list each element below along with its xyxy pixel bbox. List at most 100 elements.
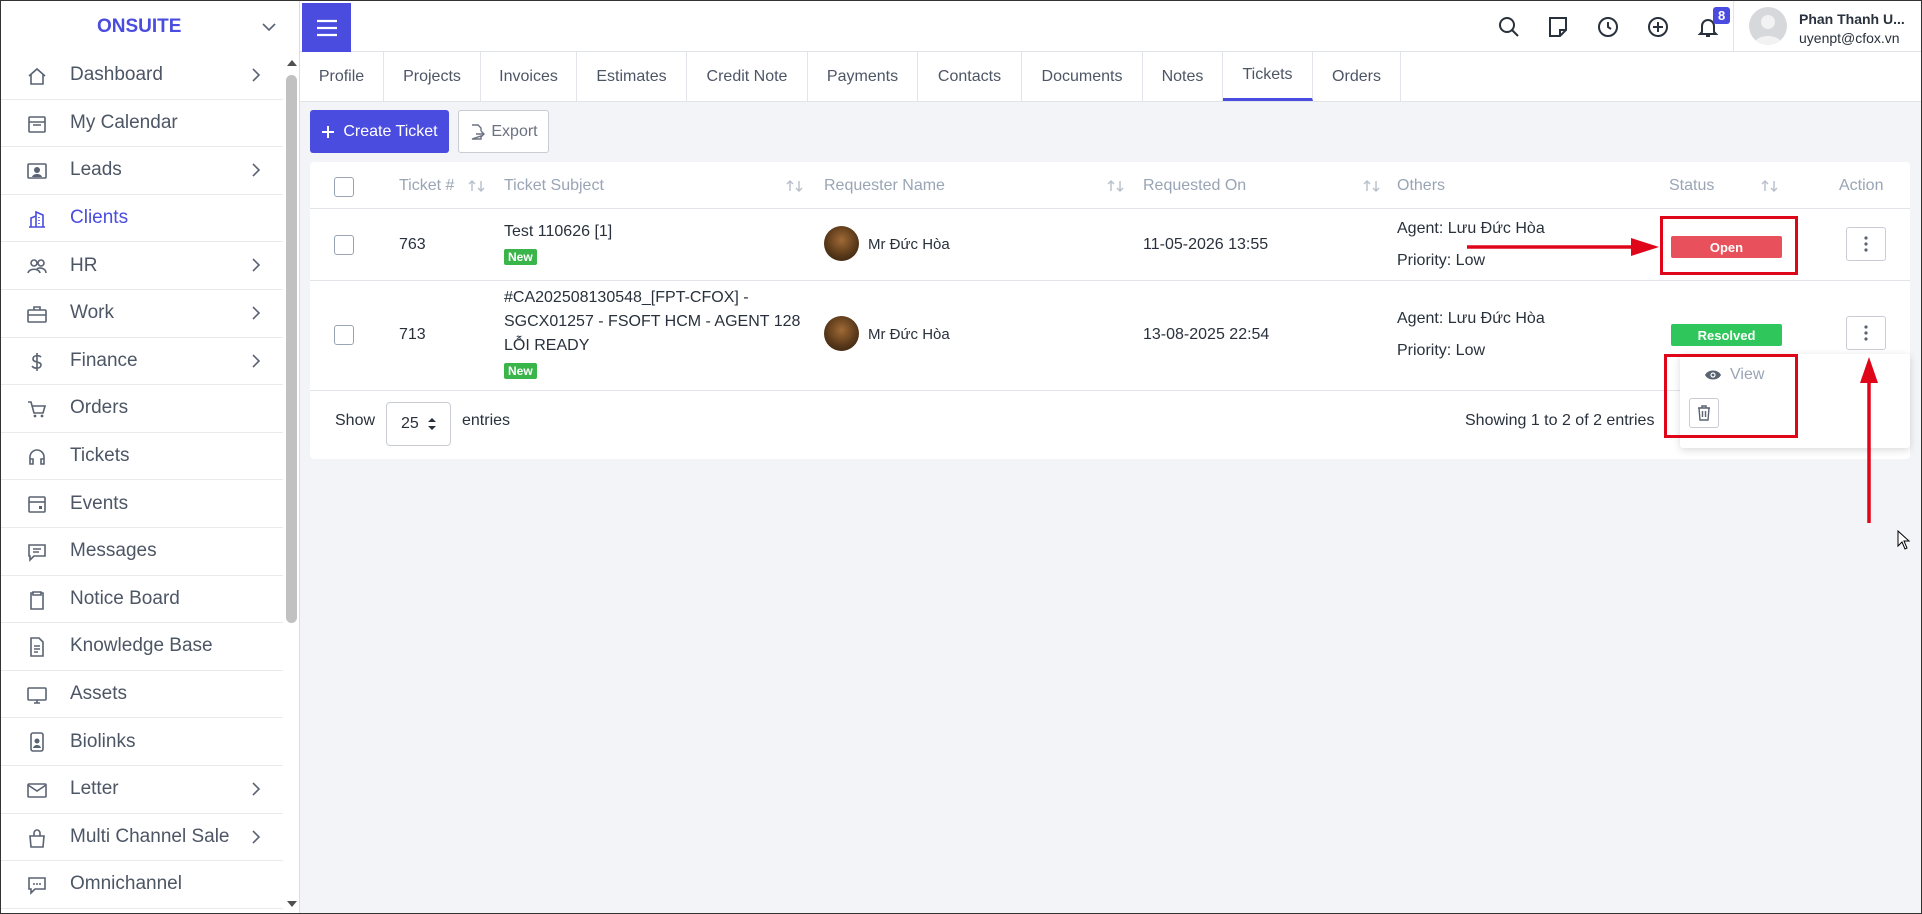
kebab-menu-icon (1864, 325, 1868, 341)
page-size-select[interactable]: 25 (386, 402, 451, 446)
topbar: 8 Phan Thanh U... uyenpt@cfox.vn (300, 0, 1922, 53)
ticket-subject[interactable]: Test 110626 [1] (504, 223, 612, 241)
sort-icon[interactable] (1363, 179, 1381, 193)
sidebar-scroll-thumb[interactable] (286, 75, 297, 623)
export-button[interactable]: Export (458, 110, 549, 153)
ticket-subject-line-3[interactable]: LỖI READY (504, 337, 589, 355)
sidebar-item-label: Work (70, 302, 114, 324)
scroll-down-arrow-icon[interactable] (286, 899, 298, 909)
sidebar-item-knowledge-base[interactable]: Knowledge Base (1, 623, 283, 671)
create-ticket-button[interactable]: Create Ticket (310, 110, 449, 153)
sidebar-item-biolinks[interactable]: Biolinks (1, 718, 283, 766)
sidebar-item-leads[interactable]: Leads (1, 147, 283, 195)
chevron-down-icon[interactable] (259, 17, 279, 37)
new-badge: New (504, 363, 537, 379)
row-checkbox[interactable] (334, 235, 354, 255)
menu-toggle-button[interactable] (302, 3, 351, 52)
add-circle-icon[interactable] (1646, 15, 1670, 39)
col-ticket-subject[interactable]: Ticket Subject (504, 177, 604, 195)
chevron-right-icon[interactable] (247, 304, 265, 322)
sidebar-item-orders[interactable]: Orders (1, 385, 283, 433)
chevron-right-icon[interactable] (247, 780, 265, 798)
row-action-button[interactable] (1846, 316, 1886, 350)
tab-invoices[interactable]: Invoices (481, 52, 577, 101)
sidebar-item-tickets[interactable]: Tickets (1, 433, 283, 481)
sidebar-item-my-calendar[interactable]: My Calendar (1, 100, 283, 148)
select-all-checkbox[interactable] (334, 177, 354, 197)
tab-tickets[interactable]: Tickets (1223, 52, 1313, 101)
sidebar-item-multi-channel-sale[interactable]: Multi Channel Sale (1, 814, 283, 862)
sticky-note-icon[interactable] (1546, 15, 1570, 39)
agent-text: Agent: Lưu Đức Hòa (1397, 310, 1545, 327)
sidebar-item-label: HR (70, 254, 98, 276)
user-email: uyenpt@cfox.vn (1799, 30, 1900, 46)
chat-icon (28, 877, 46, 896)
chevron-right-icon[interactable] (247, 256, 265, 274)
sidebar-item-letter[interactable]: Letter (1, 766, 283, 814)
dollar-icon (31, 352, 42, 371)
ticket-subject-line-1[interactable]: #CA202508130548_[FPT-CFOX] - (504, 289, 749, 307)
sort-icon[interactable] (468, 179, 486, 193)
requester-name[interactable]: Mr Đức Hòa (868, 236, 950, 253)
status-badge-resolved[interactable]: Resolved (1671, 324, 1782, 346)
sidebar-item-label: Omnichannel (70, 873, 182, 895)
sort-icon[interactable] (1761, 179, 1779, 193)
annotation-box-dropdown (1664, 354, 1798, 438)
show-label: Show (335, 412, 376, 429)
sidebar-item-finance[interactable]: Finance (1, 338, 283, 386)
tab-projects[interactable]: Projects (384, 52, 481, 101)
topbar-divider (1733, 1, 1734, 53)
sidebar-item-events[interactable]: Events (1, 480, 283, 528)
annotation-arrow-up-icon (1860, 357, 1878, 523)
col-requester-name[interactable]: Requester Name (824, 177, 945, 195)
kebab-menu-icon (1864, 236, 1868, 252)
sidebar-item-omnichannel[interactable]: Omnichannel (1, 861, 283, 909)
row-checkbox[interactable] (334, 325, 354, 345)
sidebar-item-hr[interactable]: HR (1, 242, 283, 290)
search-icon[interactable] (1497, 15, 1521, 39)
badge-icon (30, 732, 44, 753)
tab-notes[interactable]: Notes (1143, 52, 1223, 101)
tab-documents[interactable]: Documents (1022, 52, 1143, 101)
sidebar-item-clients[interactable]: Clients (1, 195, 283, 243)
select-arrows-icon (427, 418, 436, 430)
scroll-up-arrow-icon[interactable] (286, 58, 298, 68)
sidebar-item-messages[interactable]: Messages (1, 528, 283, 576)
chevron-right-icon[interactable] (247, 828, 265, 846)
user-avatar[interactable] (1749, 7, 1787, 45)
requester-name[interactable]: Mr Đức Hòa (868, 326, 950, 343)
tab-contacts[interactable]: Contacts (918, 52, 1022, 101)
sort-icon[interactable] (1107, 179, 1125, 193)
clock-icon[interactable] (1596, 15, 1620, 39)
chevron-right-icon[interactable] (247, 161, 265, 179)
sidebar-item-work[interactable]: Work (1, 290, 283, 338)
chevron-right-icon[interactable] (247, 352, 265, 370)
avatar-placeholder-icon (1754, 15, 1782, 45)
monitor-icon (27, 686, 47, 704)
sidebar-item-dashboard[interactable]: Dashboard (1, 52, 283, 100)
user-name[interactable]: Phan Thanh U... (1799, 11, 1905, 27)
tab-profile[interactable]: Profile (300, 52, 384, 101)
tab-estimates[interactable]: Estimates (577, 52, 687, 101)
col-status[interactable]: Status (1669, 177, 1714, 195)
sidebar-item-assets[interactable]: Assets (1, 671, 283, 719)
brand-bar[interactable]: ONSUITE (1, 1, 299, 52)
sidebar-item-label: Notice Board (70, 587, 180, 609)
tab-orders[interactable]: Orders (1313, 52, 1401, 101)
sidebar-item-label: Dashboard (70, 64, 163, 86)
people-icon (27, 259, 47, 274)
table-header: Ticket # Ticket Subject Requester Name R… (310, 162, 1910, 209)
col-ticket-number[interactable]: Ticket # (399, 177, 454, 195)
chevron-right-icon[interactable] (247, 66, 265, 84)
sort-icon[interactable] (786, 179, 804, 193)
tab-payments[interactable]: Payments (808, 52, 918, 101)
notification-count-badge: 8 (1713, 7, 1731, 24)
tab-credit-note[interactable]: Credit Note (687, 52, 808, 101)
pagination-summary: Showing 1 to 2 of 2 entries (1465, 412, 1655, 429)
sidebar-item-notice-board[interactable]: Notice Board (1, 576, 283, 624)
ticket-number: 713 (399, 326, 426, 343)
sidebar-item-label: Letter (70, 778, 119, 800)
row-action-button[interactable] (1846, 227, 1886, 261)
col-requested-on[interactable]: Requested On (1143, 177, 1246, 195)
ticket-subject-line-2[interactable]: SGCX01257 - FSOFT HCM - AGENT 128 (504, 313, 800, 331)
